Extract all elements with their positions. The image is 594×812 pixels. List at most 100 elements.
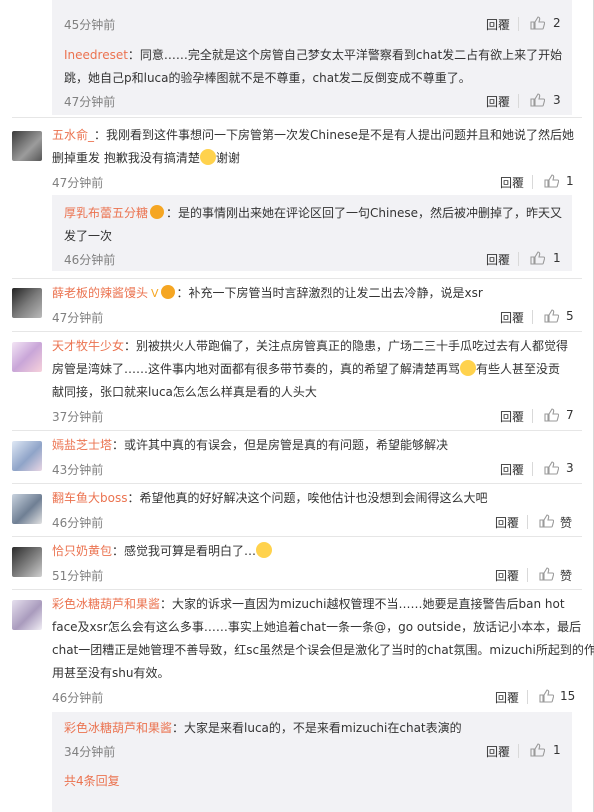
like-label: 赞: [560, 516, 573, 530]
reply-button[interactable]: 回覆: [486, 93, 510, 110]
separator: [532, 409, 533, 423]
avatar[interactable]: [12, 288, 42, 318]
separator: [527, 568, 528, 582]
thumbs-up-icon[interactable]: [530, 743, 545, 757]
thumbs-up-icon[interactable]: [544, 408, 559, 422]
username[interactable]: 嫣盐芝士塔: [52, 438, 112, 452]
comment-text: 嫣盐芝士塔：或许其中真的有误会，但是房管是真的有问题，希望能够解决: [52, 438, 449, 452]
comment-text-line: face及xsr怎么会有这么多事……事实上她追着chat一条一条@，go out…: [52, 620, 582, 634]
divider: [12, 430, 582, 431]
thumbs-up-icon[interactable]: [539, 689, 554, 703]
comment-time: 47分钟前: [52, 176, 104, 190]
reply-button[interactable]: 回覆: [486, 16, 510, 33]
like-count: 1: [553, 251, 561, 265]
like-count: 5: [566, 309, 574, 323]
avatar[interactable]: [12, 441, 42, 471]
separator: [532, 462, 533, 476]
thumbs-up-icon[interactable]: [544, 309, 559, 323]
reply-button[interactable]: 回覆: [500, 174, 524, 191]
comment-time: 46分钟前: [52, 516, 104, 530]
comment-text: 天才牧牛少女：别被拱火人带跑偏了，关注点房管真正的隐患，广场二三十手瓜吃过去有人…: [52, 339, 569, 353]
separator: [518, 744, 519, 758]
reply-text: Ineedreset：同意……完全就是这个房管自己梦女太平洋警察看到chat发二…: [64, 48, 563, 62]
comment-time: 51分钟前: [52, 569, 104, 583]
username[interactable]: 五水俞_: [52, 128, 94, 142]
reply-time: 34分钟前: [64, 745, 116, 759]
separator: [527, 515, 528, 529]
like-count: 2: [553, 16, 561, 30]
divider: [12, 589, 582, 590]
separator: [518, 252, 519, 266]
separator: [532, 310, 533, 324]
reply-button[interactable]: 回覆: [495, 567, 519, 584]
separator: [518, 17, 519, 31]
avatar[interactable]: [12, 494, 42, 524]
username[interactable]: 彩色冰糖葫芦和果酱: [52, 597, 160, 611]
thumbs-up-icon[interactable]: [544, 174, 559, 188]
like-count: 7: [566, 408, 574, 422]
reply-text-line: 跳，她自己p和luca的验孕棒图就不是不尊重，chat发二反倒变成不尊重了。: [64, 71, 471, 85]
verified-icon: V: [151, 287, 159, 300]
like-count: 3: [553, 93, 561, 107]
avatar[interactable]: [12, 547, 42, 577]
comment-text: 翻车鱼大boss：希望他真的好好解决这个问题，唉他估计也没想到会闹得这么大吧: [52, 491, 488, 505]
like-count: 1: [566, 174, 574, 188]
like-label: 赞: [560, 569, 573, 583]
username[interactable]: 恰只奶黄包: [52, 544, 112, 558]
reply-button[interactable]: 回覆: [495, 514, 519, 531]
divider: [12, 278, 582, 279]
reply-button[interactable]: 回覆: [495, 689, 519, 706]
more-replies-link[interactable]: 共4条回复: [64, 772, 120, 789]
comment-text: 薛老板的辣酱馒头 V ：补充一下房管当时言辞激烈的让发二出去冷静，说是xsr: [52, 282, 483, 305]
separator: [527, 690, 528, 704]
member-badge-icon: [160, 285, 175, 299]
reply-button[interactable]: 回覆: [500, 408, 524, 425]
username[interactable]: 彩色冰糖葫芦和果酱: [64, 721, 172, 735]
comment-text-line: 删掉重发 抱歉我没有搞清楚 谢谢: [52, 149, 240, 165]
username[interactable]: Ineedreset: [64, 48, 128, 62]
avatar[interactable]: [12, 342, 42, 372]
username[interactable]: 厚乳布蕾五分糖: [64, 206, 148, 220]
reply-time: 45分钟前: [64, 18, 116, 32]
thumbs-up-icon[interactable]: [539, 514, 554, 528]
username[interactable]: 翻车鱼大boss: [52, 491, 127, 505]
comment-time: 43分钟前: [52, 463, 104, 477]
comment-time: 46分钟前: [52, 691, 104, 705]
thumbs-up-icon[interactable]: [530, 251, 545, 265]
reply-text: 厚乳布蕾五分糖 ：是的事情刚出来她在评论区回了一句Chinese，然后被冲删掉了，…: [64, 205, 562, 220]
divider: [12, 536, 582, 537]
comment-text-line: 献同接，张口就来luca怎么怎么样真是看的人头大: [52, 385, 317, 399]
reply-button[interactable]: 回覆: [486, 251, 510, 268]
thumbs-up-icon[interactable]: [544, 461, 559, 475]
reply-button[interactable]: 回覆: [500, 461, 524, 478]
cry-emoji-icon: [256, 542, 273, 558]
comment-text: 五水俞_：我刚看到这件事想问一下房管第一次发Chinese是不是有人提出问题并且…: [52, 128, 574, 142]
username[interactable]: 天才牧牛少女: [52, 339, 124, 353]
member-badge-icon: [150, 205, 165, 219]
comment-time: 37分钟前: [52, 410, 104, 424]
thumbs-up-icon[interactable]: [539, 567, 554, 581]
divider: [12, 117, 582, 118]
separator: [518, 94, 519, 108]
reply-button[interactable]: 回覆: [486, 743, 510, 760]
divider: [12, 331, 582, 332]
separator: [532, 175, 533, 189]
avatar[interactable]: [12, 131, 42, 161]
like-count: 1: [553, 743, 561, 757]
comment-time: 47分钟前: [52, 311, 104, 325]
pray-emoji-icon: [460, 360, 477, 376]
like-count: 3: [566, 461, 574, 475]
reply-time: 47分钟前: [64, 95, 116, 109]
avatar[interactable]: [12, 600, 42, 630]
username[interactable]: 薛老板的辣酱馒头: [52, 286, 148, 300]
thumbs-up-icon[interactable]: [530, 16, 545, 30]
reply-time: 46分钟前: [64, 253, 116, 267]
thumbs-up-icon[interactable]: [530, 93, 545, 107]
comment-text: 彩色冰糖葫芦和果酱：大家的诉求一直因为mizuchi越权管理不当……她要是直接警…: [52, 597, 565, 611]
reply-text: 彩色冰糖葫芦和果酱：大家是来看luca的，不是来看mizuchi在chat表演的: [64, 721, 462, 735]
reply-button[interactable]: 回覆: [500, 309, 524, 326]
divider: [12, 483, 582, 484]
laugh-emoji-icon: [199, 149, 216, 165]
comment-text-line: 用甚至没有shu有效。: [52, 666, 170, 680]
reply-text-line: 发了一次: [64, 229, 113, 243]
